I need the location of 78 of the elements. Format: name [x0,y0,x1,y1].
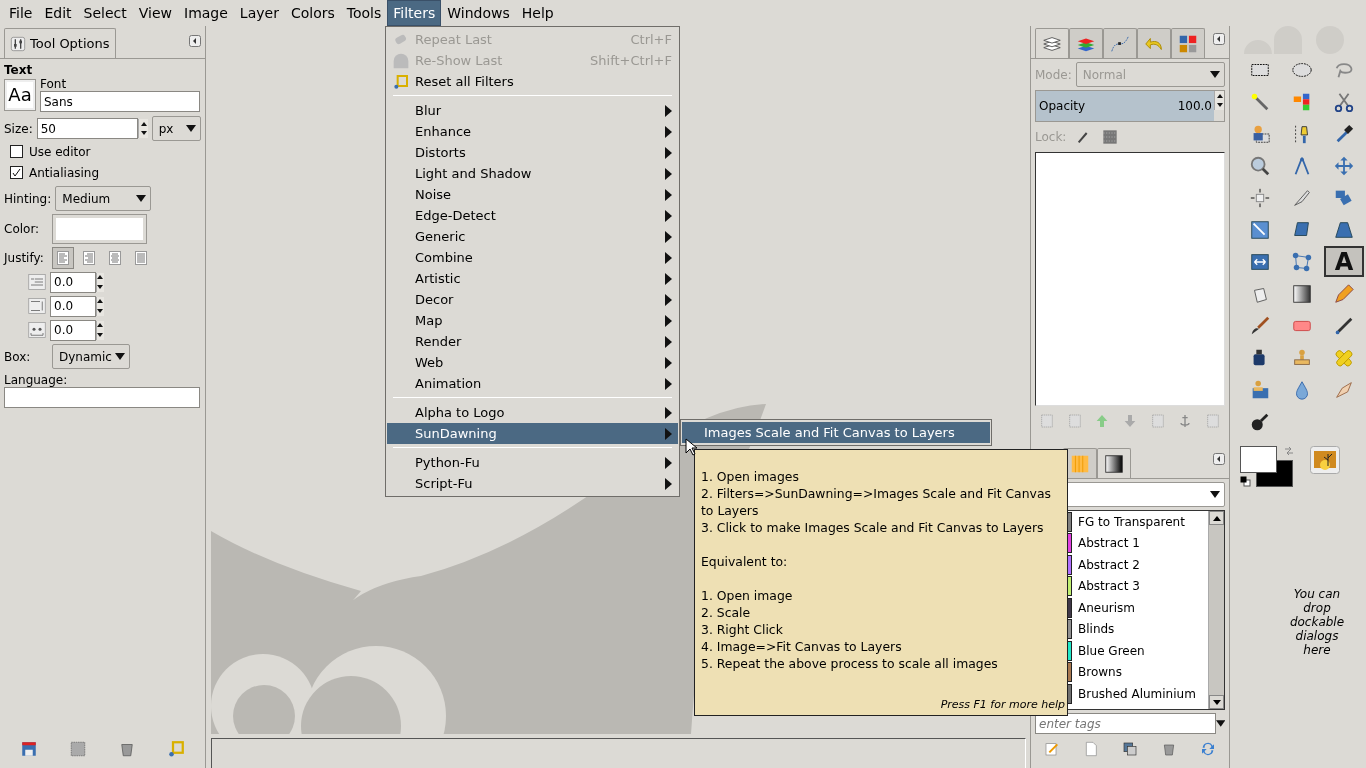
menu-item[interactable]: Render [387,331,678,352]
menu-item[interactable]: Map [387,310,678,331]
gradient-name[interactable]: Aneurism [1078,600,1135,615]
color-label: Color: [4,222,41,236]
menu-item[interactable]: Alpha to Logo [387,402,678,423]
hinting-label: Hinting: [4,191,52,206]
gradient-name[interactable]: Abstract 2 [1078,557,1140,572]
checkbox-label: Antialiasing [29,165,100,180]
unit-dropdown[interactable]: px [151,116,201,141]
size-field[interactable]: 50 [36,118,139,139]
menu-item[interactable]: Python-Fu [387,452,678,473]
menu-item[interactable]: Web [387,352,678,373]
gradient-name[interactable]: Abstract 3 [1078,579,1140,594]
gradient-name[interactable]: Browns [1078,665,1122,680]
menu-item[interactable]: Decor [387,289,678,310]
gradient-name[interactable]: Abstract 1 [1078,536,1140,551]
mode-label: Mode: [1035,67,1072,82]
menu-item[interactable]: Noise [387,184,678,205]
menu-item[interactable]: Images Scale and Fit Canvas to Layers [682,422,990,443]
tooltip-text: Equivalent to: [701,553,789,570]
box-label: Box: [4,349,32,364]
menu-item[interactable]: Blur [387,100,678,121]
menu-item[interactable]: Enhance [387,121,678,142]
menu-title[interactable]: Colors [284,0,341,26]
menu-title[interactable]: Image [178,0,234,26]
tooltip-footer: Press F1 for more help [698,698,1065,711]
font-field[interactable]: Sans [40,91,200,112]
gradient-name[interactable]: Blinds [1078,622,1115,637]
tooltip-text: 5. Repeat the above process to scale all images [701,655,999,672]
tooltip-text: 2. Scale [701,604,752,621]
gradient-name[interactable]: Brushed Aluminium [1078,686,1196,701]
menu-title[interactable]: Edit [38,0,78,26]
menu-title[interactable]: Windows [441,0,516,26]
spacing-field[interactable]: 0.0 [50,319,96,341]
language-label: Language: [4,373,69,387]
menu-title[interactable]: View [132,0,178,26]
spacing-field[interactable]: 0.0 [50,271,96,293]
box-dropdown[interactable]: Dynamic [52,344,130,369]
justify-label: Justify: [4,251,45,265]
menu-title[interactable]: Select [77,0,133,26]
opacity-value: 100.0 [1177,99,1212,113]
menu-item[interactable]: Light and Shadow [387,163,678,184]
menu-item[interactable]: Combine [387,247,678,268]
tags-field[interactable]: enter tags [1035,713,1216,734]
menu-item[interactable]: Generic [387,226,678,247]
menu-title[interactable]: Layer [233,0,285,26]
menu-item[interactable]: Artistic [387,268,678,289]
menu-title[interactable]: Help [515,0,560,26]
spacing-field[interactable]: 0.0 [50,295,96,317]
tooltip-text: 1. Open image [701,587,794,604]
opacity-slider[interactable]: Opacity 100.0 [1036,91,1214,121]
opacity-label: Opacity [1039,99,1086,113]
menu-item[interactable]: Animation [387,373,678,394]
font-label: Font [40,77,68,91]
menu-title[interactable]: File [3,0,39,26]
menu-title[interactable]: Filters [387,0,442,26]
tooltip-text: 4. Image=>Fit Canvas to Layers [701,638,903,655]
menu-title[interactable]: Tools [340,0,388,26]
gradient-name[interactable]: FG to Transparent [1078,514,1185,529]
size-label: Size: [4,121,33,136]
gradient-name[interactable]: Blue Green [1078,643,1145,658]
font-preview-button[interactable]: Aa [4,78,36,111]
hinting-dropdown[interactable]: Medium [55,186,152,211]
tooltip-text: 2. Filters=>SunDawning=>Images Scale and Fit Canvas to Layers [701,485,1052,519]
menu-item[interactable]: Edge-Detect [387,205,678,226]
lock-label: Lock: [1035,130,1067,144]
tooltip-text: 1. Open images [701,468,800,485]
menu-item[interactable]: Distorts [387,142,678,163]
tool-button[interactable]: A [1324,246,1364,277]
menu-item[interactable]: Script-Fu [387,473,678,494]
menu-item[interactable]: Reset all Filters [387,71,678,92]
drop-hint: You can drop dockable dialogs here [1288,587,1346,657]
tooltip-text: 3. Click to make Images Scale and Fit Canvas to Layers [701,519,1045,536]
tool-options-tab[interactable]: Tool Options [4,28,116,58]
menu-item[interactable]: SunDawning [387,423,678,444]
tooltip-text: 3. Right Click [701,621,784,638]
tool-title: Text [4,63,34,77]
checkbox-label: Use editor [29,144,91,159]
